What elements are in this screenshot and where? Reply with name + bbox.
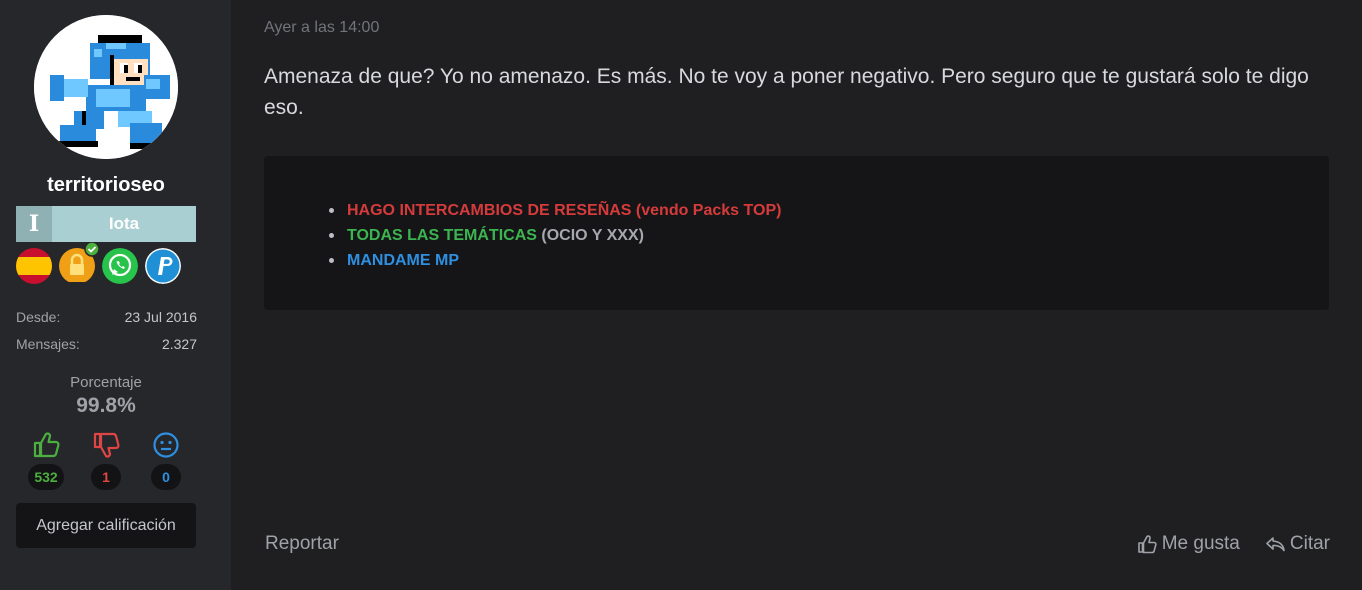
megaman-avatar-image	[34, 15, 178, 159]
signature-line-topics[interactable]: TODAS LAS TEMÁTICAS (OCIO Y XXX)	[328, 223, 781, 248]
post-message: Amenaza de que? Yo no amenazo. Es más. N…	[264, 65, 1309, 119]
whatsapp-icon	[102, 248, 138, 284]
messages-value[interactable]: 2.327	[162, 336, 197, 363]
thumbs-up-icon	[1137, 535, 1157, 554]
signature-line-exchanges[interactable]: HAGO INTERCAMBIOS DE RESEÑAS (vendo Pack…	[328, 198, 782, 223]
signature-line-contact[interactable]: MANDAME MP	[328, 248, 781, 273]
neutral-face-icon	[153, 432, 179, 458]
since-label: Desde:	[16, 309, 61, 325]
positive-count: 532	[28, 464, 64, 490]
thumbs-up-icon	[33, 432, 60, 458]
percent-label: Porcentaje	[70, 374, 142, 391]
neutral-count: 0	[151, 464, 181, 490]
contact-text: MANDAME MP	[347, 252, 459, 269]
exchanges-text: HAGO INTERCAMBIOS DE RESEÑAS (vendo Pack…	[347, 202, 782, 219]
rank-letter: I	[16, 206, 52, 242]
forum-post: territorioseo I Iota Desde: 23 Jul 2016 …	[0, 0, 1362, 590]
spain-flag-icon	[16, 248, 52, 284]
stat-since: Desde: 23 Jul 2016	[16, 309, 197, 336]
post-timestamp[interactable]: Ayer a las 14:00	[264, 19, 379, 37]
user-badges	[16, 242, 196, 284]
signature: HAGO INTERCAMBIOS DE RESEÑAS (vendo Pack…	[264, 156, 1329, 310]
since-value: 23 Jul 2016	[124, 309, 197, 325]
topics-extra-text: (OCIO Y XXX)	[536, 227, 644, 244]
rating-negative[interactable]: 1	[86, 430, 126, 490]
rating-neutral[interactable]: 0	[146, 430, 186, 490]
paypal-icon	[145, 248, 181, 284]
user-rank-banner: I Iota	[16, 206, 196, 242]
post-actions: Me gusta Citar	[1136, 533, 1330, 555]
add-rating-button[interactable]: Agregar calificación	[16, 503, 196, 548]
like-button[interactable]: Me gusta	[1136, 533, 1240, 555]
user-stats: Desde: 23 Jul 2016 Mensajes: 2.327	[16, 309, 197, 363]
rank-name: Iota	[52, 206, 196, 242]
stat-messages: Mensajes: 2.327	[16, 336, 197, 363]
post-content: Ayer a las 14:00 Amenaza de que? Yo no a…	[231, 0, 1362, 590]
like-label: Me gusta	[1161, 533, 1240, 554]
messages-label: Mensajes:	[16, 336, 80, 352]
user-panel: territorioseo I Iota Desde: 23 Jul 2016 …	[0, 0, 231, 590]
topics-text: TODAS LAS TEMÁTICAS	[347, 227, 537, 244]
thumbs-down-icon	[93, 432, 120, 458]
quote-button[interactable]: Citar	[1264, 533, 1330, 555]
signature-list: HAGO INTERCAMBIOS DE RESEÑAS (vendo Pack…	[328, 198, 782, 273]
percent-value: 99.8%	[76, 394, 136, 417]
report-link[interactable]: Reportar	[265, 533, 339, 555]
verified-lock-icon	[59, 242, 100, 284]
username[interactable]: territorioseo	[0, 174, 212, 197]
avatar[interactable]	[34, 15, 178, 159]
rating-positive[interactable]: 532	[26, 430, 66, 490]
negative-count: 1	[91, 464, 121, 490]
quote-label: Citar	[1289, 533, 1330, 554]
reply-arrow-icon	[1266, 537, 1285, 552]
